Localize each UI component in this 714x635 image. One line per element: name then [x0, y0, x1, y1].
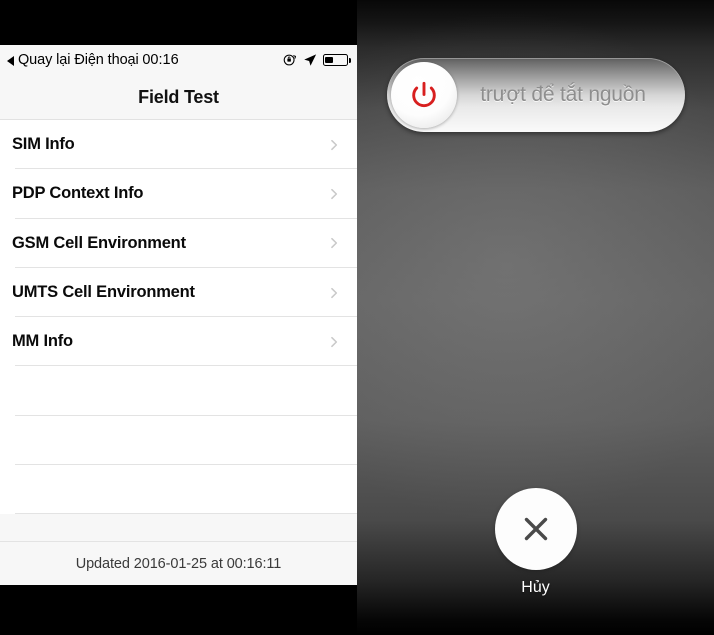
updated-timestamp: Updated 2016-01-25 at 00:16:11 — [75, 555, 282, 572]
list-item-gsm-cell-environment[interactable]: GSM Cell Environment — [0, 218, 357, 268]
rotation-lock-icon — [283, 53, 297, 67]
list-item-empty — [0, 366, 357, 416]
separator — [15, 513, 357, 515]
list-item-umts-cell-environment[interactable]: UMTS Cell Environment — [0, 267, 357, 318]
power-slider-knob[interactable] — [391, 62, 457, 128]
navigation-bar: Field Test — [0, 75, 357, 120]
list-item-label: GSM Cell Environment — [12, 233, 186, 252]
chevron-right-icon — [329, 188, 340, 200]
left-phone-screen: Quay lại Điện thoại 00:16 Field Test SIM… — [0, 0, 357, 635]
updated-footer: Updated 2016-01-25 at 00:16:11 — [0, 541, 357, 585]
list-item-empty — [0, 415, 357, 466]
battery-icon — [323, 54, 351, 66]
list-item-mm-info[interactable]: MM Info — [0, 317, 357, 367]
list-item-label: UMTS Cell Environment — [12, 283, 195, 302]
list-item-label: MM Info — [12, 332, 73, 351]
field-test-app: Quay lại Điện thoại 00:16 Field Test SIM… — [0, 45, 357, 585]
screenshot-root: Quay lại Điện thoại 00:16 Field Test SIM… — [0, 0, 714, 635]
status-bar-back-button[interactable]: Quay lại Điện thoại — [7, 52, 139, 68]
cancel-label: Hủy — [521, 579, 550, 596]
power-off-overlay: trượt để tắt nguồn Hủy — [357, 0, 714, 635]
cancel-control[interactable]: Hủy — [357, 488, 714, 597]
list-item-pdp-context-info[interactable]: PDP Context Info — [0, 169, 357, 219]
cancel-button[interactable] — [494, 488, 577, 570]
close-x-icon — [519, 512, 553, 546]
power-icon — [409, 80, 439, 110]
list-item-label: PDP Context Info — [12, 184, 144, 203]
field-test-list: SIM Info PDP Context Info GSM Cell Envir… — [0, 120, 357, 515]
list-item-sim-info[interactable]: SIM Info — [0, 120, 357, 170]
back-triangle-icon — [7, 55, 14, 66]
location-arrow-icon — [303, 53, 317, 67]
status-bar-indicators — [283, 45, 351, 75]
list-item-label: SIM Info — [12, 135, 75, 154]
chevron-right-icon — [329, 336, 340, 347]
status-bar-back-label: Quay lại Điện thoại — [18, 52, 139, 68]
page-title: Field Test — [138, 86, 219, 107]
chevron-right-icon — [329, 139, 340, 150]
chevron-right-icon — [329, 238, 340, 249]
status-bar: Quay lại Điện thoại 00:16 — [0, 45, 357, 75]
slide-to-power-off-slider[interactable]: trượt để tắt nguồn — [387, 58, 685, 132]
list-item-empty — [0, 465, 357, 515]
chevron-right-icon — [329, 287, 340, 298]
